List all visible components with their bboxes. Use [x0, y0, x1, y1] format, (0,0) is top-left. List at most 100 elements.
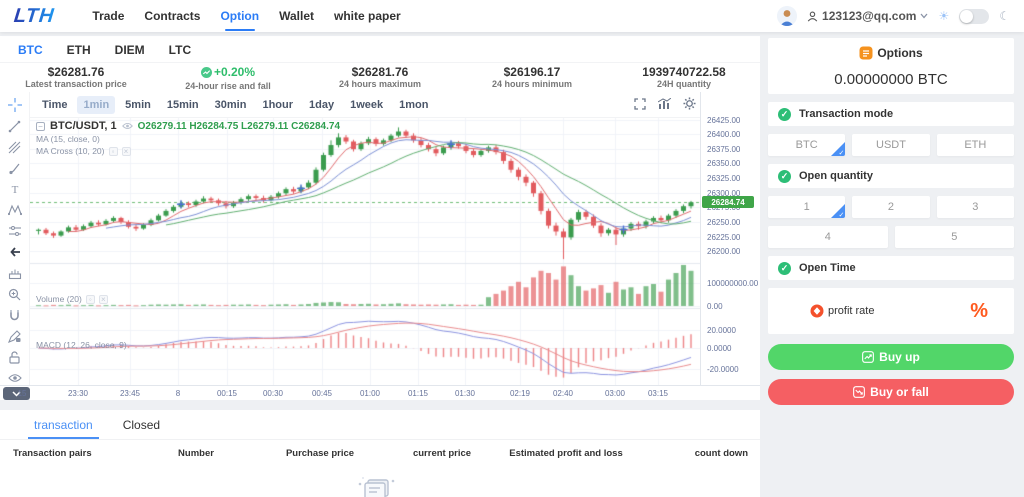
orders-table-header: Transaction pairsNumberPurchase pricecur…: [0, 446, 760, 466]
text-tool-icon[interactable]: T: [6, 182, 24, 196]
orders-tab-closed[interactable]: Closed: [123, 418, 160, 439]
magnet-icon[interactable]: [6, 308, 24, 322]
profit-rate-card: profit rate %: [768, 288, 1014, 334]
indicator-tick: 100000000.00: [707, 279, 758, 288]
ma-settings-icon[interactable]: ◦: [109, 147, 118, 156]
market-tabs: BTC ETH DIEM LTC: [0, 36, 760, 62]
orders-tab-transaction[interactable]: transaction: [34, 418, 93, 439]
market-tab-eth[interactable]: ETH: [67, 43, 91, 57]
time-tick: 23:30: [68, 389, 88, 398]
quantity-option-1[interactable]: 1: [768, 196, 845, 218]
stat-24h-max: $26281.76 24 hours maximum: [304, 63, 456, 92]
chart-region: Time1min5min15min30min1hour1day1week1mon…: [0, 92, 760, 400]
price-tick: 26200.00: [707, 247, 740, 256]
profit-percent: %: [970, 300, 988, 323]
quantity-option-4[interactable]: 4: [768, 226, 888, 248]
time-tick: 03:15: [648, 389, 668, 398]
candlestick-chart-canvas[interactable]: [30, 118, 700, 385]
time-tick: 00:15: [217, 389, 237, 398]
forecast-tool-icon[interactable]: [6, 224, 24, 238]
time-tick: 23:45: [120, 389, 140, 398]
market-tab-diem[interactable]: DIEM: [115, 43, 145, 57]
column-header: Estimated profit and loss: [509, 448, 623, 459]
price-tick: 26325.00: [707, 174, 740, 183]
interval-30min[interactable]: 30min: [209, 96, 253, 114]
interval-1hour[interactable]: 1hour: [256, 96, 299, 114]
lock-icon[interactable]: [6, 350, 24, 364]
price-tick: 26425.00: [707, 116, 740, 125]
column-header: Number: [178, 448, 214, 459]
volume-close-icon[interactable]: ×: [99, 295, 108, 304]
quantity-options-row2: 45: [768, 226, 1014, 248]
arrow-left-icon[interactable]: [6, 245, 24, 259]
profit-rate-label: profit rate: [828, 305, 874, 317]
quantity-option-3[interactable]: 3: [937, 196, 1014, 218]
mode-options: BTC USDT ETH: [768, 134, 1014, 156]
stat-24h-quantity: 1939740722.58 24H quantity: [608, 63, 760, 92]
user-email: 123123@qq.com: [822, 9, 916, 23]
measure-icon[interactable]: [6, 266, 24, 280]
zoom-in-icon[interactable]: [6, 287, 24, 301]
drawing-lock-icon[interactable]: [6, 329, 24, 343]
nav-menu: Trade Contracts Option Wallet white paper: [92, 0, 400, 32]
interval-15min[interactable]: 15min: [161, 96, 205, 114]
interval-5min[interactable]: 5min: [119, 96, 157, 114]
time-axis[interactable]: 1523:3023:45800:1500:3000:4501:0001:1501…: [0, 385, 760, 400]
fullscreen-icon[interactable]: [634, 98, 646, 110]
check-icon: ✓: [778, 108, 791, 121]
interval-1day[interactable]: 1day: [303, 96, 340, 114]
indicator-tick: 20.0000: [707, 326, 736, 335]
check-icon: ✓: [778, 170, 791, 183]
visibility-eye-icon[interactable]: [122, 122, 133, 130]
ma-close-icon[interactable]: ×: [122, 147, 131, 156]
column-header: Transaction pairs: [13, 448, 92, 459]
price-tick: 26225.00: [707, 233, 740, 242]
ma-cross-label: MA Cross (10, 20): [36, 146, 105, 156]
legend-collapse-icon[interactable]: −: [36, 122, 45, 131]
profit-rate-icon: [810, 304, 824, 318]
user-menu[interactable]: 123123@qq.com: [807, 9, 928, 23]
price-tick: 26375.00: [707, 145, 740, 154]
gann-tools-icon[interactable]: [6, 140, 24, 154]
mode-option-eth[interactable]: ETH: [937, 134, 1014, 156]
brush-icon[interactable]: [6, 161, 24, 175]
time-tick: 00:45: [312, 389, 332, 398]
interval-time[interactable]: Time: [36, 96, 73, 114]
nav-item-contracts[interactable]: Contracts: [144, 0, 200, 32]
interval-1week[interactable]: 1week: [344, 96, 389, 114]
volume-settings-icon[interactable]: ◦: [86, 295, 95, 304]
top-navbar: LTH TradeContractsOptionWalletwhite pape…: [0, 0, 1024, 32]
buy-up-button[interactable]: Buy up: [768, 344, 1014, 370]
nav-item-wallet[interactable]: Wallet: [279, 0, 314, 32]
trend-line-icon[interactable]: [6, 119, 24, 133]
check-icon: ✓: [778, 262, 791, 275]
price-tick: 26250.00: [707, 218, 740, 227]
mode-option-usdt[interactable]: USDT: [852, 134, 929, 156]
nav-item-trade[interactable]: Trade: [92, 0, 124, 32]
quantity-option-5[interactable]: 5: [895, 226, 1015, 248]
indicator-icon[interactable]: [658, 98, 671, 110]
orders-tabs: transaction Closed: [0, 410, 760, 440]
time-tick: 01:30: [455, 389, 475, 398]
crosshair-icon[interactable]: [6, 98, 24, 112]
buy-fall-button[interactable]: Buy or fall: [768, 379, 1014, 405]
gear-icon[interactable]: [683, 97, 696, 110]
options-icon: [859, 46, 873, 60]
orders-panel: transaction Closed Transaction pairs Numbe…: [0, 410, 760, 497]
time-tick: 01:00: [360, 389, 380, 398]
price-axis[interactable]: 26425.0026400.0026375.0026350.0026325.00…: [700, 92, 760, 385]
avatar[interactable]: [777, 6, 797, 26]
theme-toggle[interactable]: [959, 9, 989, 24]
pattern-tool-icon[interactable]: [6, 203, 24, 217]
nav-item-white-paper[interactable]: white paper: [334, 0, 401, 32]
interval-1min[interactable]: 1min: [77, 96, 115, 114]
mode-option-btc[interactable]: BTC: [768, 134, 845, 156]
interval-1mon[interactable]: 1mon: [393, 96, 434, 114]
market-tab-ltc[interactable]: LTC: [169, 43, 191, 57]
nav-item-option[interactable]: Option: [220, 0, 259, 32]
quantity-option-2[interactable]: 2: [852, 196, 929, 218]
eye-icon[interactable]: [6, 371, 24, 385]
chart-down-icon: [853, 386, 865, 398]
market-tab-btc[interactable]: BTC: [18, 43, 43, 57]
time-tick: 03:00: [605, 389, 625, 398]
